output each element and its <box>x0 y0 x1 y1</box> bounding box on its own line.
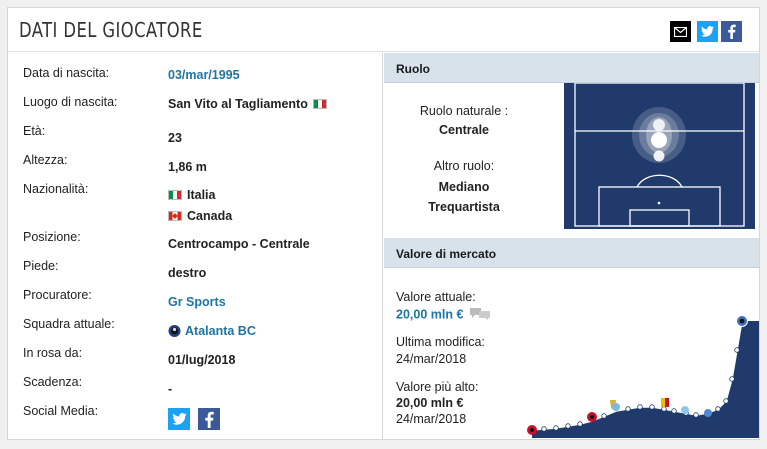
comment-icon[interactable] <box>469 307 491 323</box>
italy-flag-icon <box>313 98 328 109</box>
ruolo-heading: Ruolo <box>384 53 759 83</box>
italy-flag-icon <box>168 189 182 200</box>
other-role-value-1: Mediano <box>438 180 490 194</box>
nationality-label: Nazionalità: <box>23 182 89 196</box>
agent-link[interactable]: Gr Sports <box>168 295 226 309</box>
age-value: 23 <box>168 131 182 145</box>
birthdate-label: Data di nascita: <box>23 66 110 80</box>
facebook-icon[interactable] <box>721 21 742 42</box>
birthplace-value-wrap: San Vito al Tagliamento <box>168 97 332 111</box>
nationality-1-label: Italia <box>187 188 216 202</box>
birthplace-label: Luogo di nascita: <box>23 95 118 109</box>
mail-icon[interactable] <box>670 21 691 42</box>
player-position-markers <box>632 107 686 163</box>
current-value[interactable]: 20,00 mln € <box>396 307 491 323</box>
player-twitter-icon[interactable] <box>168 408 190 430</box>
joined-label: In rosa da: <box>23 346 83 360</box>
height-value: 1,86 m <box>168 160 207 174</box>
social-label: Social Media: <box>23 404 99 418</box>
birthplace-value: San Vito al Tagliamento <box>168 97 308 111</box>
highest-value: 20,00 mln € <box>396 396 464 410</box>
position-value: Centrocampo - Centrale <box>168 237 310 251</box>
player-info-panel: Data di nascita: 03/mar/1995 Luogo di na… <box>8 53 383 439</box>
nationality-2: Canada <box>168 209 232 223</box>
market-value-area <box>532 321 759 438</box>
other-role-label: Altro ruolo: <box>433 159 495 173</box>
position-label: Posizione: <box>23 230 81 244</box>
right-panel: Ruolo Ruolo naturale : Centrale Altro ru… <box>384 53 759 439</box>
contract-label: Scadenza: <box>23 375 83 389</box>
current-value-label: Valore attuale: <box>396 290 476 304</box>
club-label: Squadra attuale: <box>23 317 115 331</box>
contract-value: - <box>168 382 173 396</box>
current-value-amount: 20,00 mln € <box>396 307 464 322</box>
highest-value-date: 24/mar/2018 <box>396 412 467 426</box>
nationality-2-label: Canada <box>187 209 233 223</box>
joined-value: 01/lug/2018 <box>168 353 236 367</box>
position-pitch <box>564 82 755 229</box>
market-value-sparkline <box>527 315 759 438</box>
nationality-1: Italia <box>168 188 216 202</box>
atalanta-crest-icon <box>168 324 181 338</box>
agent-label: Procuratore: <box>23 288 92 302</box>
birthdate-value[interactable]: 03/mar/1995 <box>168 68 240 82</box>
natural-role-value: Centrale <box>438 123 490 137</box>
card-header: DATI DEL GIOCATORE <box>8 8 759 52</box>
market-value-heading: Valore di mercato <box>384 238 759 268</box>
player-data-card: DATI DEL GIOCATORE Data di nascita: 03/m… <box>7 7 760 440</box>
foot-label: Piede: <box>23 259 59 273</box>
market-value-chart <box>524 295 759 438</box>
card-title: DATI DEL GIOCATORE <box>19 18 203 42</box>
club-link[interactable]: Atalanta BC <box>168 324 256 339</box>
last-change-label: Ultima modifica: <box>396 335 485 349</box>
highest-value-label: Valore più alto: <box>396 380 479 394</box>
club-name: Atalanta BC <box>185 324 256 338</box>
age-label: Età: <box>23 124 46 138</box>
foot-value: destro <box>168 266 207 280</box>
player-facebook-icon[interactable] <box>198 408 220 430</box>
last-change-date: 24/mar/2018 <box>396 352 467 366</box>
other-role-value-2: Trequartista <box>428 200 500 214</box>
canada-flag-icon <box>168 210 182 221</box>
height-label: Altezza: <box>23 153 68 167</box>
twitter-icon[interactable] <box>697 21 718 42</box>
natural-role-label: Ruolo naturale : <box>419 104 509 118</box>
